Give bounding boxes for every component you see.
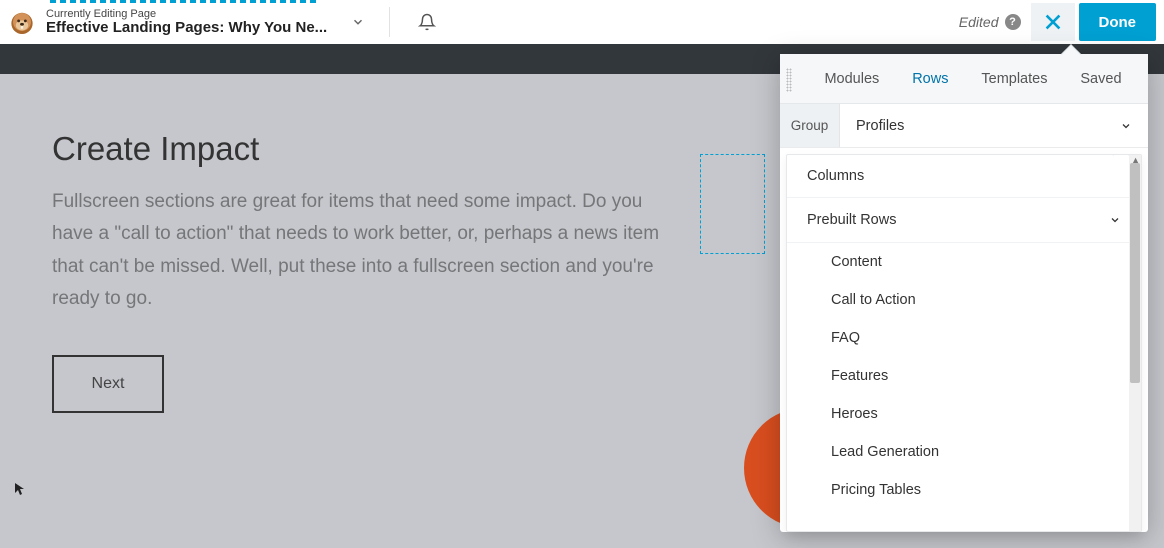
drag-handle-icon[interactable] bbox=[786, 68, 792, 92]
dropdown-header-label: Prebuilt Rows bbox=[807, 212, 896, 228]
dropdown-item-pricing-tables[interactable]: Pricing Tables bbox=[787, 471, 1141, 509]
help-icon[interactable]: ? bbox=[1005, 14, 1021, 30]
hero-body: Fullscreen sections are great for items … bbox=[52, 186, 668, 315]
divider bbox=[389, 7, 390, 37]
dropdown-item-columns[interactable]: Columns bbox=[787, 155, 1141, 198]
tab-templates[interactable]: Templates bbox=[975, 71, 1053, 87]
drop-zone[interactable] bbox=[700, 154, 765, 254]
group-select[interactable]: Profiles bbox=[840, 104, 1148, 147]
page-dropdown-toggle[interactable] bbox=[337, 15, 379, 29]
tab-modules[interactable]: Modules bbox=[818, 71, 885, 87]
tab-saved[interactable]: Saved bbox=[1074, 71, 1127, 87]
dropdown-item-content[interactable]: Content bbox=[787, 243, 1141, 281]
filter-row: Group Profiles bbox=[780, 104, 1148, 148]
tab-rows[interactable]: Rows bbox=[906, 71, 954, 87]
dropdown-item-call-to-action[interactable]: Call to Action bbox=[787, 281, 1141, 319]
group-button[interactable]: Group bbox=[780, 104, 840, 147]
done-button[interactable]: Done bbox=[1079, 3, 1157, 41]
top-bar: Currently Editing Page Effective Landing… bbox=[0, 0, 1164, 44]
dropdown-item-lead-generation[interactable]: Lead Generation bbox=[787, 433, 1141, 471]
close-panel-button[interactable] bbox=[1031, 3, 1075, 41]
hero-section[interactable]: Create Impact Fullscreen sections are gr… bbox=[0, 74, 720, 469]
cursor-icon bbox=[14, 482, 26, 496]
content-panel[interactable]: Modules Rows Templates Saved Group Profi… bbox=[780, 54, 1148, 532]
edit-marker bbox=[50, 0, 320, 3]
brand-icon bbox=[8, 8, 36, 36]
notifications-icon[interactable] bbox=[400, 13, 454, 31]
edited-label: Edited bbox=[959, 14, 999, 30]
chevron-down-icon bbox=[1120, 120, 1132, 132]
editing-label: Currently Editing Page bbox=[46, 8, 327, 20]
panel-tabs: Modules Rows Templates Saved bbox=[780, 54, 1148, 104]
chevron-down-icon bbox=[1109, 214, 1121, 226]
page-title-block[interactable]: Currently Editing Page Effective Landing… bbox=[46, 8, 327, 37]
dropdown-item-faq[interactable]: FAQ bbox=[787, 319, 1141, 357]
dropdown-header-prebuilt[interactable]: Prebuilt Rows bbox=[787, 198, 1141, 243]
scrollbar-track[interactable]: ▲ bbox=[1129, 155, 1141, 531]
group-dropdown: ▲ Columns Prebuilt Rows Content Call to … bbox=[786, 154, 1142, 532]
next-button[interactable]: Next bbox=[52, 355, 164, 413]
page-title: Effective Landing Pages: Why You Ne... bbox=[46, 20, 327, 37]
dropdown-item-features[interactable]: Features bbox=[787, 357, 1141, 395]
hero-title: Create Impact bbox=[52, 130, 668, 168]
group-select-value: Profiles bbox=[856, 118, 904, 134]
dropdown-item-heroes[interactable]: Heroes bbox=[787, 395, 1141, 433]
scrollbar-thumb[interactable] bbox=[1130, 163, 1140, 383]
edited-status: Edited ? bbox=[959, 14, 1027, 30]
